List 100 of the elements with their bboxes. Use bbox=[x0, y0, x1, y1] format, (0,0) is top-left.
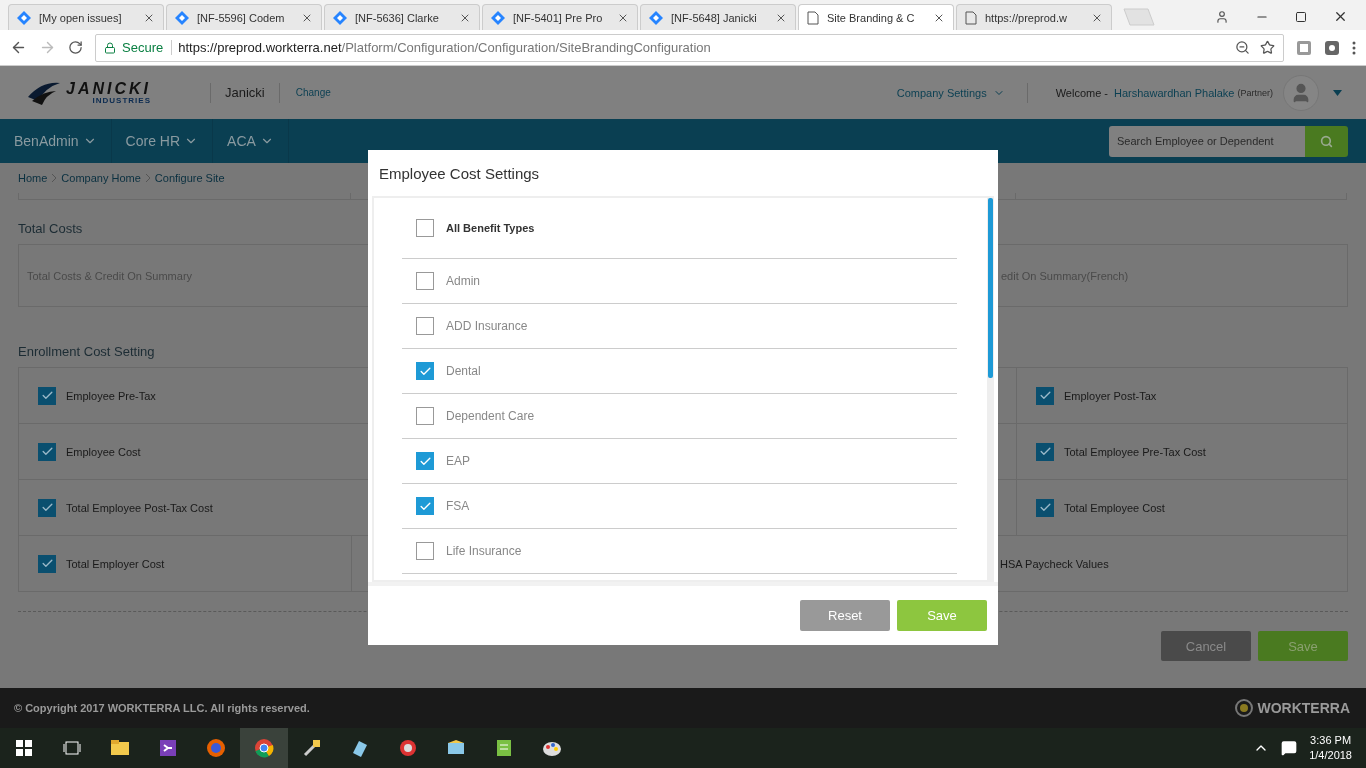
copyright-text: © Copyright 2017 WORKTERRA LLC. All rights reserved. bbox=[14, 702, 310, 714]
company-logo: JANICKI INDUSTRIES bbox=[66, 80, 151, 105]
welcome-text: Welcome - bbox=[1055, 86, 1108, 99]
address-field[interactable]: Secure https://preprod.workterra.net/Platform/Configuration/Configuration/SiteBrandingConfiguration bbox=[95, 33, 1284, 62]
clock[interactable]: 3:36 PM 1/4/2018 bbox=[1309, 733, 1352, 763]
browser-tab[interactable]: [My open issues] bbox=[8, 4, 164, 30]
page-icon bbox=[807, 10, 819, 25]
checkbox[interactable] bbox=[416, 219, 434, 237]
menu-icon[interactable] bbox=[1352, 39, 1356, 56]
url-host: https://preprod.workterra.net bbox=[178, 40, 342, 55]
cancel-button[interactable]: Cancel bbox=[1161, 631, 1251, 661]
checkbox[interactable] bbox=[1036, 386, 1054, 405]
tools-icon bbox=[301, 737, 323, 759]
search-button[interactable] bbox=[1305, 125, 1348, 157]
checkbox-label: Employee Pre-Tax bbox=[66, 389, 156, 402]
change-link[interactable]: Change bbox=[295, 87, 331, 98]
checkbox-label: Employee Cost bbox=[66, 445, 141, 458]
checkbox-label: Total Employee Cost bbox=[1064, 501, 1165, 514]
check-icon bbox=[40, 389, 54, 402]
lock-icon bbox=[104, 41, 116, 54]
dialog-title: Employee Cost Settings bbox=[378, 163, 541, 184]
browser-icon bbox=[205, 737, 227, 759]
profile-icon[interactable] bbox=[1215, 9, 1229, 24]
browser-tab[interactable]: https://preprod.w bbox=[956, 4, 1112, 30]
check-icon bbox=[1038, 389, 1052, 402]
page-icon bbox=[965, 10, 977, 25]
section-title: Total Costs bbox=[18, 221, 83, 236]
star-icon[interactable] bbox=[1260, 40, 1275, 55]
checkbox[interactable] bbox=[38, 386, 56, 405]
checkbox-label: Total Employee Pre-Tax Cost bbox=[1064, 445, 1206, 458]
notification-icon[interactable] bbox=[1281, 740, 1298, 756]
back-icon[interactable] bbox=[10, 39, 27, 56]
avatar[interactable] bbox=[1283, 74, 1319, 111]
checkbox[interactable] bbox=[38, 498, 56, 517]
brand-logo: WORKTERRA bbox=[1257, 700, 1350, 716]
browser-icon bbox=[253, 737, 275, 759]
checkbox-label: FSA bbox=[446, 499, 470, 513]
extension-icon[interactable] bbox=[1296, 39, 1312, 56]
secure-label: Secure bbox=[122, 40, 173, 55]
breadcrumb-link[interactable]: Home bbox=[18, 172, 48, 184]
checkbox[interactable] bbox=[1036, 442, 1054, 461]
user-name[interactable]: Harshawardhan Phalake bbox=[1114, 86, 1235, 99]
breadcrumb-link[interactable]: Company Home bbox=[61, 172, 141, 184]
app-icon bbox=[397, 737, 419, 759]
chevron-right-icon bbox=[51, 174, 58, 182]
checkbox-label: Total Employer Cost bbox=[66, 557, 165, 570]
company-settings-menu[interactable]: Company Settings bbox=[896, 86, 1005, 99]
windows-icon bbox=[13, 737, 35, 759]
dropdown-icon[interactable] bbox=[1333, 89, 1342, 96]
browser-tab[interactable]: Site Branding & C bbox=[798, 4, 954, 30]
checkbox-label: Employer Post-Tax bbox=[1064, 389, 1157, 402]
scrollbar-thumb[interactable] bbox=[988, 198, 993, 378]
browser-tab[interactable]: [NF-5401] Pre Pro bbox=[482, 4, 638, 30]
checkbox[interactable] bbox=[416, 452, 434, 470]
checkbox[interactable] bbox=[416, 362, 434, 380]
save-button[interactable]: Save bbox=[897, 600, 987, 631]
swoosh-icon bbox=[26, 80, 62, 105]
browser-tab[interactable]: [NF-5636] Clarke bbox=[324, 4, 480, 30]
checkbox[interactable] bbox=[38, 554, 56, 573]
checkbox[interactable] bbox=[38, 442, 56, 461]
diamond-icon bbox=[175, 10, 189, 25]
diamond-icon bbox=[333, 10, 347, 25]
user-role: (Partner) bbox=[1237, 87, 1273, 98]
globe-icon bbox=[1235, 699, 1254, 717]
reload-icon[interactable] bbox=[68, 40, 83, 55]
checkbox-label: Life Insurance bbox=[446, 544, 522, 558]
checkbox-label: EAP bbox=[446, 454, 470, 468]
reset-button[interactable]: Reset bbox=[800, 600, 890, 631]
check-icon bbox=[40, 445, 54, 458]
checkbox[interactable] bbox=[416, 407, 434, 425]
search-icon bbox=[1320, 134, 1333, 148]
section-title: Enrollment Cost Setting bbox=[18, 344, 155, 359]
chevron-right-icon bbox=[144, 174, 151, 182]
zoom-icon[interactable] bbox=[1235, 40, 1250, 55]
checkbox[interactable] bbox=[416, 497, 434, 515]
breadcrumb-link[interactable]: Configure Site bbox=[154, 172, 225, 184]
checkbox-label: Dental bbox=[446, 364, 481, 378]
search-field[interactable]: Search Employee or Dependent bbox=[1109, 125, 1305, 157]
check-icon bbox=[40, 557, 54, 570]
browser-tab[interactable]: [NF-5596] Codem bbox=[166, 4, 322, 30]
diamond-icon bbox=[491, 10, 505, 25]
restore-icon[interactable] bbox=[1295, 10, 1307, 23]
checkbox-label: ADD Insurance bbox=[446, 319, 528, 333]
close-icon[interactable] bbox=[1333, 9, 1348, 24]
checkbox-label: Admin bbox=[446, 274, 480, 288]
check-icon bbox=[1038, 501, 1052, 514]
diamond-icon bbox=[649, 10, 663, 25]
checkbox[interactable] bbox=[1036, 498, 1054, 517]
check-icon bbox=[1038, 445, 1052, 458]
url-path: /Platform/Configuration/Configuration/SiteBrandingConfiguration bbox=[341, 40, 711, 55]
extension-icon[interactable] bbox=[1324, 39, 1340, 56]
browser-tab[interactable]: [NF-5648] Janicki bbox=[640, 4, 796, 30]
checkbox[interactable] bbox=[416, 542, 434, 560]
company-name: Janicki bbox=[225, 85, 265, 100]
checkbox[interactable] bbox=[416, 317, 434, 335]
checkbox-label: All Benefit Types bbox=[446, 222, 535, 234]
checkbox[interactable] bbox=[416, 272, 434, 290]
check-icon bbox=[40, 501, 54, 514]
checkbox-label: Dependent Care bbox=[446, 409, 535, 423]
diamond-icon bbox=[17, 10, 31, 25]
